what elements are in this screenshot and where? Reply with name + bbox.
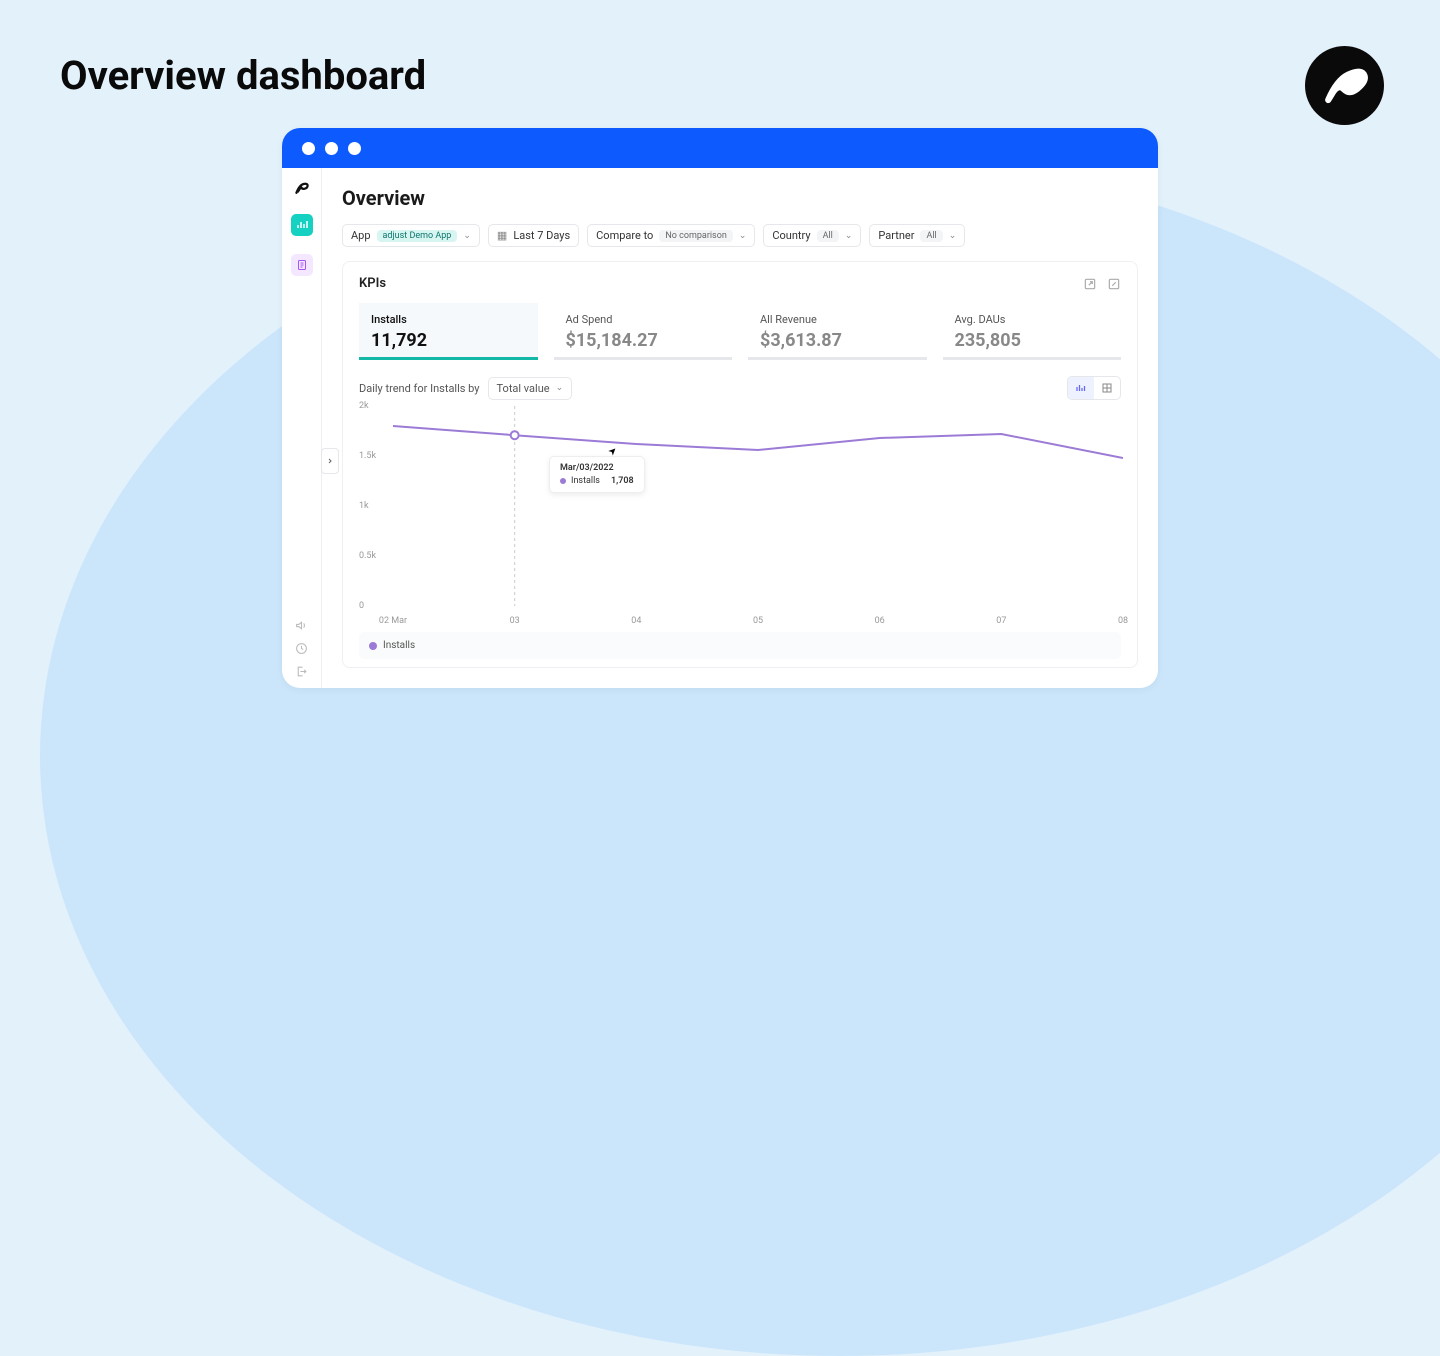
chart-legend: Installs — [359, 632, 1121, 659]
filter-app[interactable]: App adjust Demo App ⌄ — [342, 224, 480, 247]
overview-title: Overview — [342, 186, 1138, 210]
window-dot — [325, 142, 338, 155]
filter-chip: All — [920, 230, 942, 242]
chart-svg — [393, 406, 1123, 610]
expand-sidebar-button[interactable] — [321, 448, 339, 474]
legend-swatch — [369, 642, 377, 650]
chevron-down-icon: ⌄ — [845, 231, 853, 241]
kpis-title: KPIs — [359, 276, 386, 291]
y-tick: 2k — [359, 401, 369, 411]
filter-country[interactable]: Country All ⌄ — [763, 224, 861, 247]
kpi-value: 11,792 — [371, 330, 526, 351]
sidebar-item-analytics[interactable] — [291, 214, 313, 236]
chart-area: Mar/03/2022 Installs 1,708 00.5k1k1.5k2k… — [359, 406, 1121, 626]
logout-icon[interactable] — [295, 665, 308, 678]
main-content: Overview App adjust Demo App ⌄ ▦ Last 7 … — [322, 168, 1158, 688]
clock-icon[interactable] — [295, 642, 308, 655]
chevron-down-icon: ⌄ — [556, 383, 564, 393]
kpis-card: KPIs Installs 11,792 Ad Spend $15,184.27 All… — [342, 261, 1138, 668]
filter-label: Partner — [878, 229, 914, 242]
y-tick: 1.5k — [359, 451, 376, 461]
kpi-tile[interactable]: All Revenue $3,613.87 — [748, 303, 927, 360]
kpi-label: All Revenue — [760, 313, 915, 326]
filter-label: App — [351, 229, 371, 242]
app-window: Overview App adjust Demo App ⌄ ▦ Last 7 … — [282, 128, 1158, 688]
y-tick: 0.5k — [359, 551, 376, 561]
sidebar-item-reports[interactable] — [291, 254, 313, 276]
export-icon[interactable] — [1083, 277, 1097, 291]
y-tick: 1k — [359, 501, 369, 511]
y-tick: 0 — [359, 601, 364, 611]
kpi-value: $15,184.27 — [566, 330, 721, 351]
filter-chip: No comparison — [659, 230, 732, 242]
filter-date[interactable]: ▦ Last 7 Days — [488, 224, 579, 247]
filter-chip: All — [817, 230, 839, 242]
kpi-tile[interactable]: Installs 11,792 — [359, 303, 538, 360]
table-view-button[interactable] — [1094, 377, 1120, 399]
trend-select[interactable]: Total value ⌄ — [488, 377, 573, 400]
chevron-down-icon: ⌄ — [463, 231, 471, 241]
adjust-logo-icon — [1317, 58, 1373, 114]
sound-icon[interactable] — [295, 619, 308, 632]
window-dot — [302, 142, 315, 155]
page-title: Overview dashboard — [60, 52, 426, 99]
kpi-tile[interactable]: Avg. DAUs 235,805 — [943, 303, 1122, 360]
x-tick: 06 — [875, 616, 885, 626]
kpi-tile[interactable]: Ad Spend $15,184.27 — [554, 303, 733, 360]
kpi-value: 235,805 — [955, 330, 1110, 351]
filter-label: Last 7 Days — [513, 229, 570, 242]
x-tick: 03 — [510, 616, 520, 626]
chevron-down-icon: ⌄ — [739, 231, 747, 241]
sidebar-logo-icon — [294, 180, 310, 196]
trend-label: Daily trend for Installs by — [359, 382, 480, 395]
chevron-down-icon: ⌄ — [949, 231, 957, 241]
window-titlebar — [282, 128, 1158, 168]
window-dot — [348, 142, 361, 155]
kpi-value: $3,613.87 — [760, 330, 915, 351]
kpi-label: Ad Spend — [566, 313, 721, 326]
sidebar — [282, 168, 322, 688]
chart-view-button[interactable] — [1068, 377, 1094, 399]
kpi-label: Avg. DAUs — [955, 313, 1110, 326]
x-tick: 04 — [631, 616, 641, 626]
filter-partner[interactable]: Partner All ⌄ — [869, 224, 965, 247]
x-tick: 05 — [753, 616, 763, 626]
brand-logo — [1305, 46, 1384, 125]
edit-icon[interactable] — [1107, 277, 1121, 291]
kpi-label: Installs — [371, 313, 526, 326]
trend-select-value: Total value — [497, 382, 550, 395]
calendar-icon: ▦ — [497, 229, 507, 242]
filter-chip: adjust Demo App — [377, 230, 458, 242]
filter-label: Compare to — [596, 229, 653, 242]
x-tick: 08 — [1118, 616, 1128, 626]
legend-label: Installs — [383, 640, 415, 651]
filter-bar: App adjust Demo App ⌄ ▦ Last 7 Days Comp… — [342, 224, 1138, 247]
view-toggle — [1067, 376, 1121, 400]
filter-compare[interactable]: Compare to No comparison ⌄ — [587, 224, 755, 247]
x-tick: 07 — [996, 616, 1006, 626]
filter-label: Country — [772, 229, 810, 242]
x-tick: 02 Mar — [379, 616, 407, 626]
